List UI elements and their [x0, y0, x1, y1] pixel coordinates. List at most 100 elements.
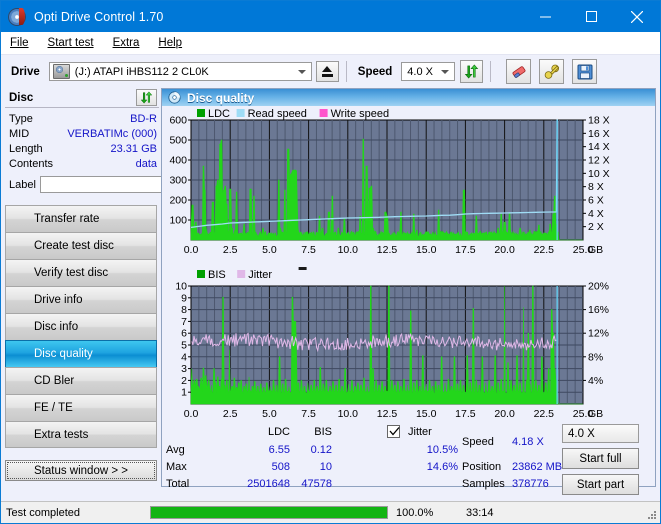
svg-text:15.0: 15.0 — [416, 244, 437, 256]
svg-text:8: 8 — [181, 304, 187, 316]
disc-panel-title: Disc — [9, 91, 34, 104]
sidebar-item-disc-quality[interactable]: Disc quality — [5, 340, 157, 367]
minimize-icon[interactable] — [522, 1, 568, 32]
sidebar-item-disc-info[interactable]: Disc info — [5, 313, 157, 340]
sidebar-item-drive-info[interactable]: Drive info — [5, 286, 157, 313]
menu-help-label: Help — [158, 37, 183, 49]
svg-text:14 X: 14 X — [588, 141, 610, 153]
tools-button[interactable] — [539, 59, 565, 84]
menu-start-test[interactable]: Start test — [48, 37, 94, 49]
stats-max-ldc: 508 — [271, 461, 290, 473]
sidebar-item-cd-bler[interactable]: CD Bler — [5, 367, 157, 394]
sidebar-item-transfer-rate[interactable]: Transfer rate — [5, 205, 157, 232]
close-icon[interactable] — [614, 1, 660, 32]
disc-label-label: Label — [9, 178, 36, 191]
svg-text:12.5: 12.5 — [377, 408, 398, 420]
speed-label: Speed — [357, 65, 393, 78]
sidebar-item-label: FE / TE — [34, 402, 73, 414]
maximize-icon[interactable] — [568, 1, 614, 32]
content-area: Disc quality LDC Read speed Write speed 100… — [159, 88, 660, 495]
nav-list: Transfer rate Create test disc Verify te… — [5, 205, 157, 448]
stats-header-bis: BIS — [314, 426, 332, 438]
speed-select[interactable]: 4.0 X — [401, 62, 456, 81]
menu-extra[interactable]: Extra — [113, 37, 140, 49]
sidebar-item-label: Verify test disc — [34, 267, 109, 279]
stats-total-ldc: 2501648 — [247, 478, 290, 490]
eject-icon — [322, 66, 333, 72]
status-window-button[interactable]: Status window > > — [5, 460, 157, 481]
start-part-button[interactable]: Start part — [562, 474, 639, 495]
stats-row-avg-label: Avg — [166, 444, 185, 456]
sidebar-item-extra-tests[interactable]: Extra tests — [5, 421, 157, 448]
svg-text:17.5: 17.5 — [455, 408, 476, 420]
sidebar-item-fe-te[interactable]: FE / TE — [5, 394, 157, 421]
svg-text:12%: 12% — [588, 328, 609, 340]
svg-text:600: 600 — [169, 115, 187, 127]
svg-text:GB: GB — [588, 244, 603, 256]
svg-text:Read speed: Read speed — [248, 108, 307, 120]
disc-mid-value: VERBATIMc (000) — [67, 127, 157, 140]
disc-icon — [12, 239, 27, 254]
disc-type-label: Type — [9, 112, 33, 125]
svg-text:20.0: 20.0 — [494, 408, 515, 420]
sidebar-item-label: CD Bler — [34, 375, 75, 387]
chevron-down-icon — [297, 69, 306, 74]
menu-file[interactable]: File — [10, 37, 29, 49]
progress-bar-fill — [151, 507, 387, 518]
disc-icon — [12, 293, 27, 308]
bottom-chart: BIS Jitter 1 2 3 4 5 6 7 8 9 10 4% 8% 12% 16% 20% 0.0 2.5 5… — [162, 264, 655, 422]
resize-grip-icon[interactable] — [645, 508, 657, 520]
top-chart: LDC Read speed Write speed 100 200 300 400 500 6… — [162, 106, 655, 264]
toolbar: Drive (J:) ATAPI iHBS112 2 CL0K Speed 4.… — [1, 54, 660, 88]
status-bar: Test completed 100.0% 33:14 — [1, 501, 660, 523]
start-full-button[interactable]: Start full — [562, 448, 639, 469]
svg-text:2 X: 2 X — [588, 221, 604, 233]
app-window: Opti Drive Control 1.70 File Start test … — [0, 0, 661, 524]
status-message: Test completed — [6, 506, 80, 519]
svg-text:100: 100 — [169, 215, 187, 227]
disc-icon — [12, 266, 27, 281]
svg-text:3: 3 — [181, 363, 187, 375]
window-controls — [522, 1, 660, 32]
refresh-button[interactable] — [460, 60, 484, 83]
svg-text:15.0: 15.0 — [416, 408, 437, 420]
svg-text:17.5: 17.5 — [455, 244, 476, 256]
disc-contents-value: data — [135, 157, 157, 170]
svg-text:400: 400 — [169, 155, 187, 167]
sidebar-item-create-test-disc[interactable]: Create test disc — [5, 232, 157, 259]
sidebar-item-verify-test-disc[interactable]: Verify test disc — [5, 259, 157, 286]
stats-row-total-label: Total — [166, 478, 190, 490]
disc-mid-label: MID — [9, 127, 30, 140]
disc-icon — [12, 212, 27, 227]
refresh-icon — [140, 91, 153, 104]
title-bar: Opti Drive Control 1.70 — [1, 1, 660, 32]
jitter-checkbox[interactable] — [387, 425, 400, 438]
stats-total-bis: 47578 — [301, 478, 332, 490]
bis-jitter-chart[interactable]: BIS Jitter 12345678910 4% 8% 12% 16% 20% 0.0 2.5 5… — [162, 264, 649, 422]
erase-button[interactable] — [506, 59, 532, 84]
svg-text:8 X: 8 X — [588, 181, 604, 193]
svg-text:Jitter: Jitter — [248, 269, 272, 281]
disc-refresh-button[interactable] — [136, 89, 157, 106]
stats-max-bis: 10 — [319, 461, 332, 473]
svg-text:4: 4 — [181, 351, 187, 363]
eject-button[interactable] — [315, 61, 339, 82]
wrench-icon — [544, 64, 559, 79]
svg-text:10.0: 10.0 — [338, 408, 359, 420]
svg-text:7: 7 — [181, 316, 187, 328]
svg-text:1: 1 — [181, 387, 187, 399]
menu-file-label: File — [10, 37, 29, 49]
ldc-read-speed-chart[interactable]: LDC Read speed Write speed 100 200 300 400 500 6… — [162, 106, 649, 264]
menu-help[interactable]: Help — [158, 37, 182, 49]
stats-samples-label: Samples — [462, 478, 505, 490]
content-title: Disc quality — [187, 90, 255, 105]
content-header: Disc quality — [162, 89, 655, 106]
drive-select[interactable]: (J:) ATAPI iHBS112 2 CL0K — [48, 62, 312, 81]
svg-text:2.5: 2.5 — [223, 244, 238, 256]
save-button[interactable] — [572, 59, 598, 84]
svg-text:9: 9 — [181, 292, 187, 304]
test-speed-select[interactable]: 4.0 X — [562, 424, 639, 443]
sidebar: Disc Type BD-R MID VERBATIMc (000) Lengt… — [1, 88, 243, 491]
stats-row-max-label: Max — [166, 461, 187, 473]
svg-text:LDC: LDC — [208, 108, 230, 120]
